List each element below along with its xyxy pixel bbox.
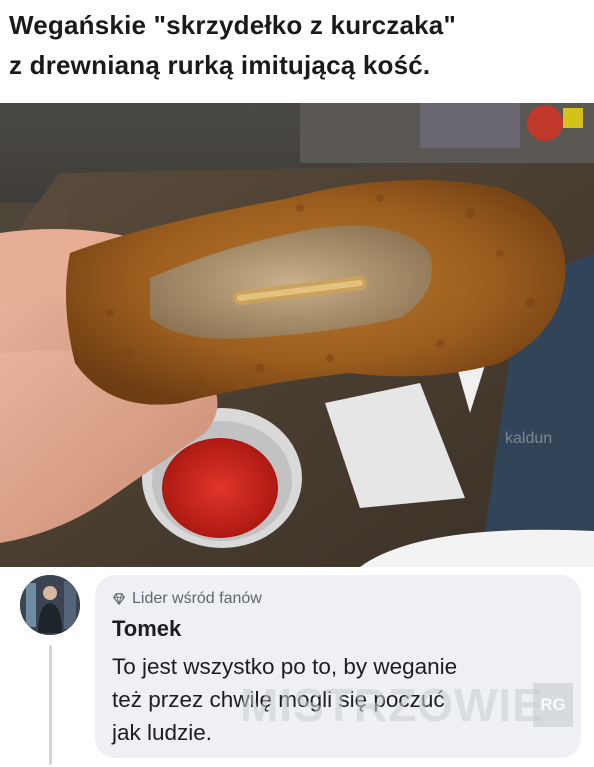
- top-fan-badge: Lider wśród fanów: [112, 590, 262, 608]
- photo-watermark: kaldun: [505, 430, 552, 447]
- comment-author[interactable]: Tomek: [112, 616, 181, 642]
- meme-caption: Wegańskie "skrzydełko z kurczaka" z drew…: [0, 0, 594, 103]
- badge-label: Lider wśród fanów: [132, 590, 262, 607]
- caption-line-2: z drewnianą rurką imitującą kość.: [9, 50, 431, 80]
- diamond-icon: [113, 593, 125, 605]
- site-watermark-suffix: RG: [533, 683, 573, 727]
- site-watermark: MISTRZOWIE: [240, 679, 544, 731]
- vegan-wing-photo: kaldun: [0, 103, 594, 567]
- avatar[interactable]: [20, 575, 80, 635]
- thread-line: [49, 645, 52, 765]
- caption-line-1: Wegańskie "skrzydełko z kurczaka": [9, 10, 456, 40]
